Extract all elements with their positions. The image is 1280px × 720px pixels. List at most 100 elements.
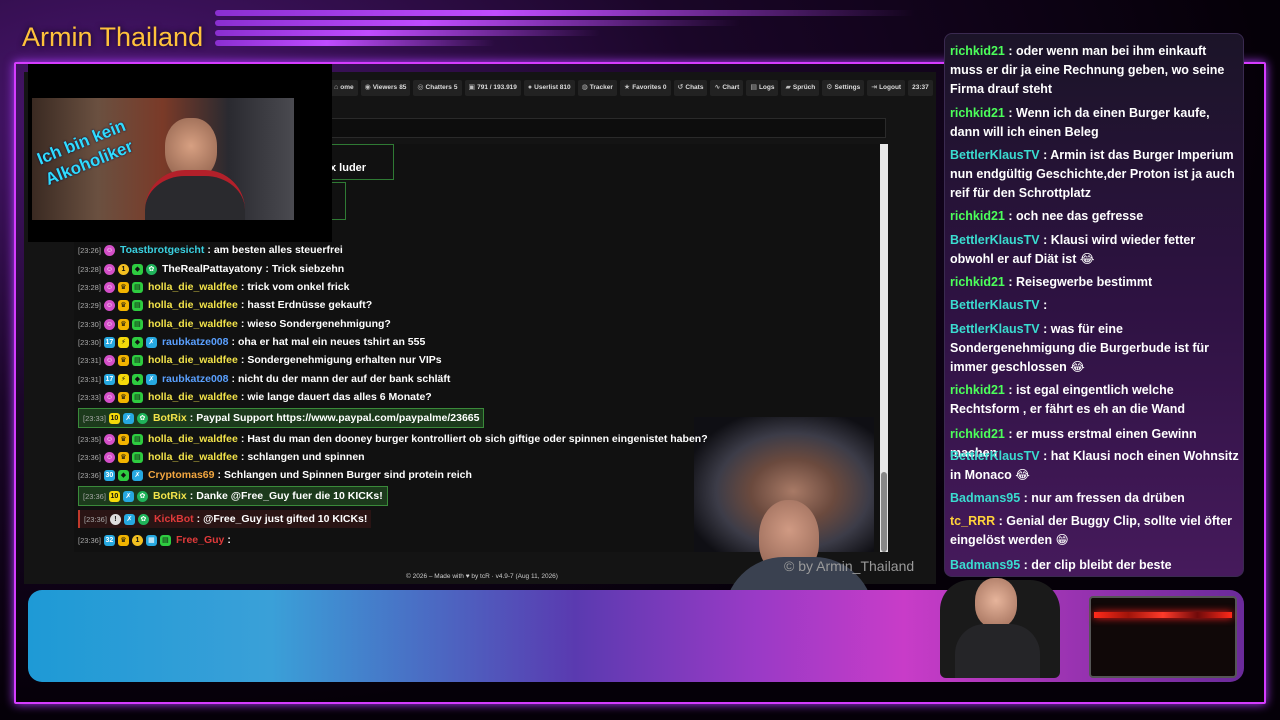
message-username[interactable]: holla_die_waldfee xyxy=(148,391,238,403)
message-username[interactable]: TheRealPattayatony xyxy=(162,263,262,275)
message-timestamp: [23:35] xyxy=(78,434,101,444)
user-badge-icon: ▤ xyxy=(131,299,143,311)
message-username[interactable]: holla_die_waldfee xyxy=(148,354,238,366)
side-chat-text: och nee das gefresse xyxy=(1016,209,1144,223)
message-text: trick vom onkel frick xyxy=(247,281,350,293)
nav-chat[interactable]: ▣ 791 / 193.919 xyxy=(464,80,521,96)
user-badge-icon: ✿ xyxy=(136,412,148,424)
message-username[interactable]: holla_die_waldfee xyxy=(148,451,238,463)
nav-speech[interactable]: ▰ Sprüch xyxy=(781,80,820,96)
message-separator: : xyxy=(240,451,245,463)
nav-label: Chatters xyxy=(425,84,452,91)
side-chat-separator: : xyxy=(1020,558,1032,572)
chat-message: [23:33] ☺ ♛ ▤ holla_die_waldfee: wie lange da… xyxy=(78,389,432,405)
side-chat-text: nur am fressen da drüben xyxy=(1031,491,1185,505)
nav-label: Chats xyxy=(685,84,704,91)
user-badge-icon: ♛ xyxy=(117,451,129,463)
message-username[interactable]: holla_die_waldfee xyxy=(148,281,238,293)
message-username[interactable]: holla_die_waldfee xyxy=(148,433,238,445)
search-bar[interactable] xyxy=(330,118,886,138)
nav-label: Chart xyxy=(722,84,740,91)
side-chat-separator: : xyxy=(1039,449,1051,463)
streamer-2-body xyxy=(955,624,1040,678)
message-text: Paypal Support https://www.paypal.com/pa… xyxy=(196,412,480,424)
side-chat-username: richkid21 xyxy=(950,383,1005,397)
user-badge-icon: ! xyxy=(109,513,121,525)
side-chat-username: richkid21 xyxy=(950,427,1005,441)
nav-label: Favorites 0 xyxy=(632,84,667,91)
nav-logout[interactable]: ⇥ Logout xyxy=(867,80,906,96)
nav-star[interactable]: ★ Favorites 0 xyxy=(619,80,671,96)
message-username[interactable]: raubkatze008 xyxy=(162,336,229,348)
nav-chart[interactable]: ∿ Chart xyxy=(710,80,744,96)
nav-users[interactable]: ◎ Chatters 5 xyxy=(413,80,462,96)
user-badge-icon: ☺ xyxy=(103,451,115,463)
message-username[interactable]: Cryptomas69 xyxy=(148,469,215,481)
chat-message: [23:31] ☺ ♛ ▤ holla_die_waldfee: Sondergenehm… xyxy=(78,352,442,368)
chat-message: [23:30] ☺ ♛ ▤ holla_die_waldfee: wieso Sonder… xyxy=(78,316,391,332)
nav-home[interactable]: ⌂ ome xyxy=(330,80,358,96)
message-text: wie lange dauert das alles 6 Monate? xyxy=(247,391,432,403)
message-separator: : xyxy=(240,391,245,403)
message-username[interactable]: KickBot xyxy=(154,513,194,525)
message-username[interactable]: BotRix xyxy=(153,490,187,502)
nav-label: Tracker xyxy=(589,84,613,91)
user-badge-icon: ✗ xyxy=(145,336,157,348)
viewer-footer: © 2026 – Made with ♥ by tcR · v4.9-7 (Au… xyxy=(406,573,558,580)
side-chat-separator: : xyxy=(1004,44,1016,58)
nav-tracker[interactable]: ◍ Tracker xyxy=(577,80,617,96)
gear-icon: ⚙ xyxy=(826,84,833,91)
message-text: Hast du man den dooney burger kontrollie… xyxy=(247,433,708,445)
chat-message: [23:26] ☺ Toastbrotgesicht: am besten alles… xyxy=(78,242,343,258)
chat-scroll-thumb[interactable] xyxy=(881,472,887,552)
chat-message: [23:35] ☺ ♛ ▤ holla_die_waldfee: Hast du man … xyxy=(78,431,708,447)
history-icon: ↺ xyxy=(677,84,684,91)
star-icon: ★ xyxy=(623,84,631,91)
user-badge-icon: 30 xyxy=(103,469,115,481)
user-badge-icon: 1 xyxy=(117,263,129,275)
chat-message: [23:30] 17 ⚡ ◆ ✗ raubkatze008: oha er hat mal … xyxy=(78,334,425,350)
nav-history[interactable]: ↺ Chats xyxy=(673,80,708,96)
message-username[interactable]: BotRix xyxy=(153,412,187,424)
message-username[interactable]: holla_die_waldfee xyxy=(148,318,238,330)
message-text: Trick siebzehn xyxy=(271,263,345,275)
nav-eye[interactable]: ◉ Viewers 85 xyxy=(360,80,411,96)
user-badge-icon: ◆ xyxy=(117,469,129,481)
nav-clock[interactable]: 23:37 xyxy=(908,80,933,96)
message-timestamp: [23:36] xyxy=(84,514,107,524)
user-badge-icon: ☺ xyxy=(103,354,115,366)
message-timestamp: [23:30] xyxy=(78,319,101,329)
nav-user[interactable]: ● Userlist 810 xyxy=(523,80,575,96)
message-username[interactable]: holla_die_waldfee xyxy=(148,299,238,311)
user-badge-icon: ✿ xyxy=(145,263,157,275)
user-badge-icon: ✗ xyxy=(145,373,157,385)
bottom-screen-preview xyxy=(1089,596,1237,678)
side-chat-username: richkid21 xyxy=(950,44,1005,58)
user-badge-icon: ▤ xyxy=(131,451,143,463)
message-username[interactable]: Toastbrotgesicht xyxy=(120,244,204,256)
message-separator: : xyxy=(265,263,269,275)
chat-message: [23:31] 17 ⚡ ◆ ✗ raubkatze008: nicht du der ma… xyxy=(78,371,450,387)
user-badge-icon: ▤ xyxy=(131,318,143,330)
message-separator: : xyxy=(196,513,201,525)
decorative-glow-bars xyxy=(215,10,915,70)
message-username[interactable]: Free_Guy xyxy=(176,534,224,546)
user-badge-icon: ☺ xyxy=(103,263,115,275)
user-badge-icon: ☺ xyxy=(103,391,115,403)
user-badge-icon: 1 xyxy=(131,534,143,546)
side-chat-username: Badmans95 xyxy=(950,558,1021,572)
message-text: @Free_Guy just gifted 10 KICKs! xyxy=(203,513,368,525)
side-chat-separator: : xyxy=(1004,106,1016,120)
nav-label: Sprüch xyxy=(792,84,816,91)
nav-gear[interactable]: ⚙ Settings xyxy=(822,80,865,96)
nav-log[interactable]: ▤ Logs xyxy=(746,80,779,96)
user-badge-icon: ▤ xyxy=(131,433,143,445)
message-username[interactable]: raubkatze008 xyxy=(162,373,229,385)
partial-message-text: x luder xyxy=(330,162,367,174)
chat-message: [23:36] ☺ ♛ ▤ holla_die_waldfee: schlangen un… xyxy=(78,449,365,465)
nav-label: Logout xyxy=(879,84,902,91)
user-badge-icon: ⚡ xyxy=(117,336,129,348)
user-badge-icon: ☺ xyxy=(103,299,115,311)
side-chat-message: richkid21 : Wenn ich da einen Burger kau… xyxy=(950,104,1242,142)
speech-icon: ▰ xyxy=(785,84,791,91)
